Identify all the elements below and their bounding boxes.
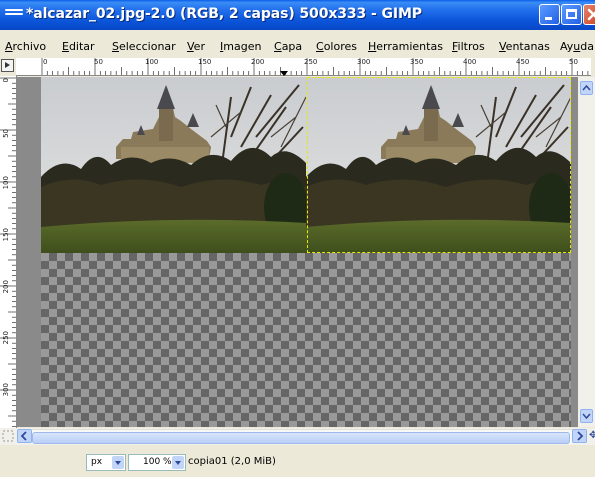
scroll-down-button[interactable]: [580, 409, 593, 423]
zoom-value: 100 %: [143, 457, 172, 467]
quick-mask-glyph: [2, 430, 14, 442]
ruler-label: 0: [43, 58, 48, 66]
chevron-down-icon: [582, 413, 591, 420]
navigate-icon[interactable]: ✥: [589, 430, 595, 441]
ruler-label: 200: [2, 280, 10, 294]
vertical-scrollbar[interactable]: [578, 77, 595, 427]
ruler-label: 50: [94, 58, 103, 66]
quick-mask-icon[interactable]: [1, 430, 15, 443]
horizontal-scrollbar-row: ✥: [0, 428, 595, 445]
menu-editar[interactable]: Editar: [62, 40, 95, 53]
zoom-selector[interactable]: 100 %: [128, 454, 186, 471]
menu-archivo[interactable]: Archivo: [5, 40, 46, 53]
scroll-left-button[interactable]: [17, 429, 32, 443]
menu-filtros[interactable]: Filtros: [452, 40, 485, 53]
scroll-right-button[interactable]: [572, 429, 587, 443]
horizontal-ruler[interactable]: 0 50 100 150 200 250 300 350 400 450 50: [16, 58, 591, 76]
ruler-label: 200: [251, 58, 265, 66]
ruler-label: 50: [569, 58, 578, 66]
image-menu-button[interactable]: [1, 59, 14, 72]
window-menu-icon[interactable]: [5, 9, 23, 19]
minimize-button[interactable]: [539, 4, 560, 25]
transparent-area: [41, 253, 571, 427]
ruler-label: 300: [2, 383, 10, 397]
ruler-position-marker: [280, 71, 288, 76]
scroll-up-button[interactable]: [580, 81, 593, 95]
menu-ayuda[interactable]: Ayuda: [560, 40, 594, 53]
ruler-label: 300: [357, 58, 371, 66]
menu-seleccionar[interactable]: Seleccionar: [112, 40, 176, 53]
layer-boundary: [307, 77, 571, 253]
window-title: *alcazar_02.jpg-2.0 (RGB, 2 capas) 500x3…: [26, 6, 422, 22]
image-canvas[interactable]: [17, 77, 578, 427]
close-icon: [587, 8, 595, 21]
menu-ventanas[interactable]: Ventanas: [499, 40, 550, 53]
chevron-down-icon: [112, 456, 124, 469]
chevron-down-icon: [172, 456, 184, 469]
ruler-label: 450: [516, 58, 530, 66]
horizontal-scroll-thumb[interactable]: [32, 432, 570, 444]
status-bar: px 100 % copia01 (2,0 MiB): [0, 446, 595, 477]
vertical-ruler[interactable]: 0 50 100 150 200 250 300: [0, 76, 17, 428]
chevron-up-icon: [582, 84, 591, 91]
title-bar[interactable]: *alcazar_02.jpg-2.0 (RGB, 2 capas) 500x3…: [0, 0, 595, 30]
horizontal-scroll-track[interactable]: [32, 429, 572, 444]
ruler-label: 250: [2, 331, 10, 345]
chevron-left-icon: [20, 431, 27, 441]
ruler-label: 250: [304, 58, 318, 66]
ruler-label: 400: [463, 58, 477, 66]
unit-selector[interactable]: px: [86, 454, 126, 471]
ruler-label: 150: [198, 58, 212, 66]
maximize-button[interactable]: [561, 4, 582, 25]
chevron-right-icon: [577, 431, 584, 441]
ruler-label: 0: [2, 78, 10, 83]
menu-capa[interactable]: Capa: [274, 40, 302, 53]
ruler-label: 50: [2, 129, 10, 138]
unit-value: px: [91, 457, 103, 467]
ruler-label: 100: [145, 58, 159, 66]
close-button[interactable]: [583, 4, 595, 25]
ruler-label: 100: [2, 176, 10, 190]
ruler-label: 150: [2, 228, 10, 242]
menu-imagen[interactable]: Imagen: [220, 40, 261, 53]
menu-herramientas[interactable]: Herramientas: [368, 40, 443, 53]
layer-info: copia01 (2,0 MiB): [188, 456, 276, 467]
menu-bar: Archivo Editar Seleccionar Ver Imagen Ca…: [0, 40, 595, 58]
menu-ver[interactable]: Ver: [187, 40, 205, 53]
menu-colores[interactable]: Colores: [316, 40, 357, 53]
ruler-label: 350: [410, 58, 424, 66]
triangle-right-icon: [5, 62, 10, 68]
